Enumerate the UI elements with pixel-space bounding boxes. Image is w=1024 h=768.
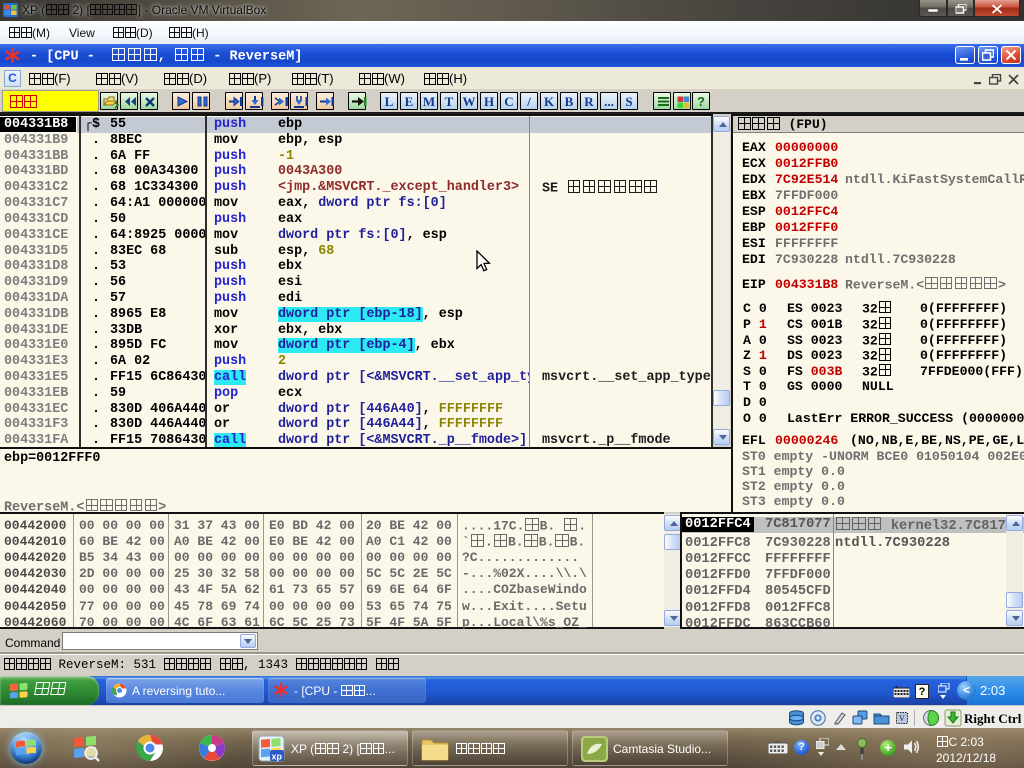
svg-text:xp: xp bbox=[272, 752, 283, 762]
svg-text:V: V bbox=[899, 714, 905, 723]
